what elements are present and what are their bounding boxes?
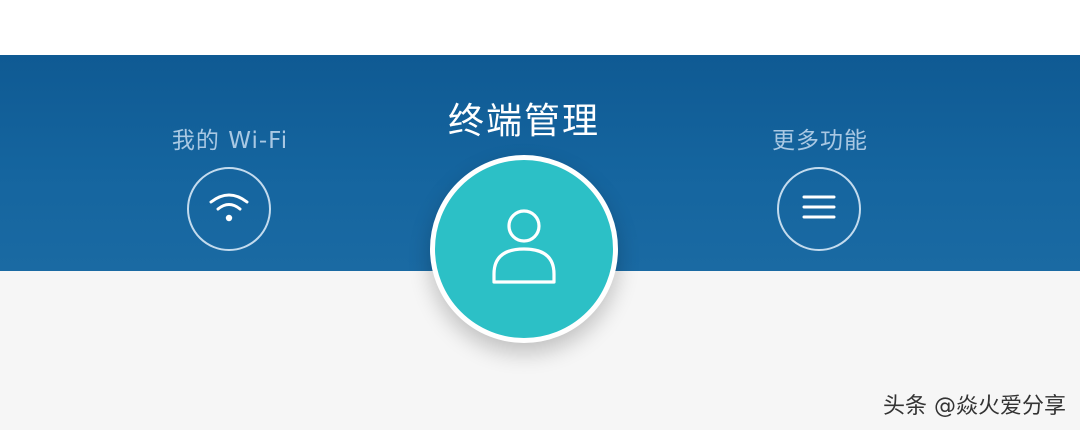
terminal-management-button[interactable] bbox=[430, 155, 618, 343]
nav-wifi-label: 我的 Wi-Fi bbox=[171, 128, 289, 154]
watermark-text: 头条 @焱火爱分享 bbox=[883, 394, 1066, 419]
wifi-icon bbox=[205, 187, 253, 231]
nav-more-label: 更多功能 bbox=[772, 128, 868, 154]
top-spacer bbox=[0, 0, 1080, 55]
wifi-button[interactable] bbox=[187, 167, 271, 251]
user-icon bbox=[486, 204, 562, 294]
page-title: 终端管理 bbox=[447, 101, 600, 142]
menu-icon bbox=[799, 191, 839, 227]
more-functions-button[interactable] bbox=[777, 167, 861, 251]
